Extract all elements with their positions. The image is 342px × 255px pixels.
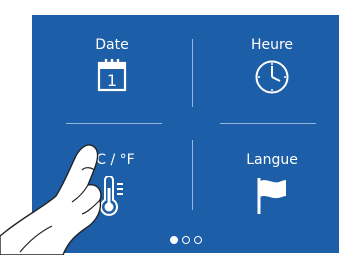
page-dot-3[interactable] bbox=[193, 236, 202, 244]
page-indicator bbox=[32, 236, 339, 248]
tile-langue-label: Langue bbox=[246, 152, 298, 168]
page-dot-2[interactable] bbox=[181, 236, 190, 244]
tile-temperature-unit[interactable]: °C / °F bbox=[47, 130, 177, 230]
calendar-icon: 1 bbox=[97, 59, 127, 92]
calendar-day-number: 1 bbox=[107, 71, 117, 90]
thermometer-icon bbox=[100, 176, 123, 216]
horizontal-divider-right bbox=[220, 123, 316, 124]
vertical-divider-bottom bbox=[192, 140, 193, 210]
page-dot-1[interactable] bbox=[169, 236, 178, 244]
horizontal-divider-left bbox=[66, 123, 162, 124]
settings-screen: Date 1 Heure °C / °F Langue bbox=[32, 15, 339, 253]
tile-heure[interactable]: Heure bbox=[207, 15, 337, 115]
tile-date-label: Date bbox=[95, 37, 129, 53]
vertical-divider-top bbox=[192, 39, 193, 107]
clock-icon bbox=[255, 60, 289, 94]
device-frame: Date 1 Heure °C / °F Langue bbox=[0, 0, 342, 255]
flag-icon bbox=[257, 178, 286, 214]
tile-heure-label: Heure bbox=[250, 37, 294, 53]
tile-temperature-unit-label: °C / °F bbox=[89, 152, 135, 168]
tile-langue[interactable]: Langue bbox=[207, 130, 337, 230]
tile-date[interactable]: Date 1 bbox=[47, 15, 177, 115]
